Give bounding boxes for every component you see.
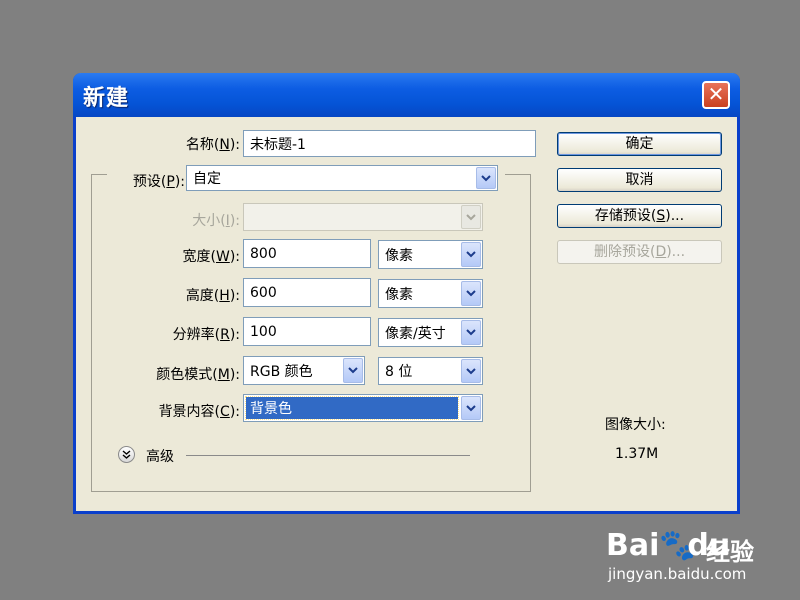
preset-value: 自定 — [193, 171, 221, 187]
resolution-label: 分辨率(R): — [172, 327, 240, 343]
delete-preset-button: 删除预设(D)... — [557, 240, 722, 264]
chevron-down-icon[interactable] — [343, 358, 363, 383]
height-input[interactable]: 600 — [243, 278, 371, 307]
height-unit-value: 像素 — [385, 286, 413, 303]
color-mode-select[interactable]: RGB 颜色 — [243, 356, 365, 385]
chevron-down-icon[interactable] — [461, 242, 481, 267]
close-icon: ✕ — [707, 82, 725, 106]
chevron-down-icon[interactable] — [461, 359, 481, 383]
preset-label: 预设(P): — [108, 171, 187, 191]
resolution-unit-select[interactable]: 像素/英寸 — [378, 318, 483, 347]
height-label: 高度(H): — [185, 288, 240, 304]
save-preset-button[interactable]: 存储预设(S)... — [557, 204, 722, 228]
width-label: 宽度(W): — [182, 249, 241, 265]
name-label: 名称(N): — [185, 137, 240, 153]
bit-depth-select[interactable]: 8 位 — [378, 357, 483, 385]
resolution-input[interactable]: 100 — [243, 317, 371, 346]
size-label: 大小(I): — [192, 213, 240, 229]
background-label: 背景内容(C): — [158, 404, 240, 420]
title-bar[interactable]: 新建 ✕ — [73, 73, 740, 117]
background-value: 背景色 — [245, 396, 459, 420]
dialog-title: 新建 — [83, 86, 130, 111]
width-input[interactable]: 800 — [243, 239, 371, 268]
bit-depth-value: 8 位 — [385, 364, 413, 380]
name-input[interactable]: 未标题-1 — [243, 130, 536, 157]
image-size-value: 1.37M — [615, 446, 659, 462]
size-select — [243, 203, 483, 231]
resolution-unit-value: 像素/英寸 — [385, 325, 446, 342]
width-unit-select[interactable]: 像素 — [378, 240, 483, 269]
image-size-label: 图像大小: — [605, 417, 666, 433]
chevron-down-icon[interactable] — [461, 320, 481, 345]
cancel-button[interactable]: 取消 — [557, 168, 722, 192]
chevron-double-down-icon[interactable] — [118, 446, 135, 463]
jingyan-text: 经验 — [706, 538, 754, 566]
advanced-label[interactable]: 高级 — [146, 446, 174, 466]
groupbox-top-left-line — [91, 174, 107, 175]
preset-select[interactable]: 自定 — [186, 165, 498, 191]
width-unit-value: 像素 — [385, 247, 413, 264]
watermark-url: jingyan.baidu.com — [608, 565, 747, 583]
background-select[interactable]: 背景色 — [243, 394, 483, 422]
groupbox-top-right-line — [505, 174, 531, 175]
close-button[interactable]: ✕ — [702, 81, 730, 109]
paw-icon: 🐾 — [659, 528, 697, 563]
chevron-down-icon[interactable] — [461, 281, 481, 306]
color-mode-value: RGB 颜色 — [250, 363, 313, 380]
chevron-down-icon[interactable] — [461, 396, 481, 420]
ok-button[interactable]: 确定 — [557, 132, 722, 156]
chevron-down-icon[interactable] — [476, 167, 496, 189]
advanced-divider — [186, 455, 470, 456]
color-mode-label: 颜色模式(M): — [156, 367, 240, 383]
chevron-down-icon — [461, 205, 481, 229]
height-unit-select[interactable]: 像素 — [378, 279, 483, 308]
